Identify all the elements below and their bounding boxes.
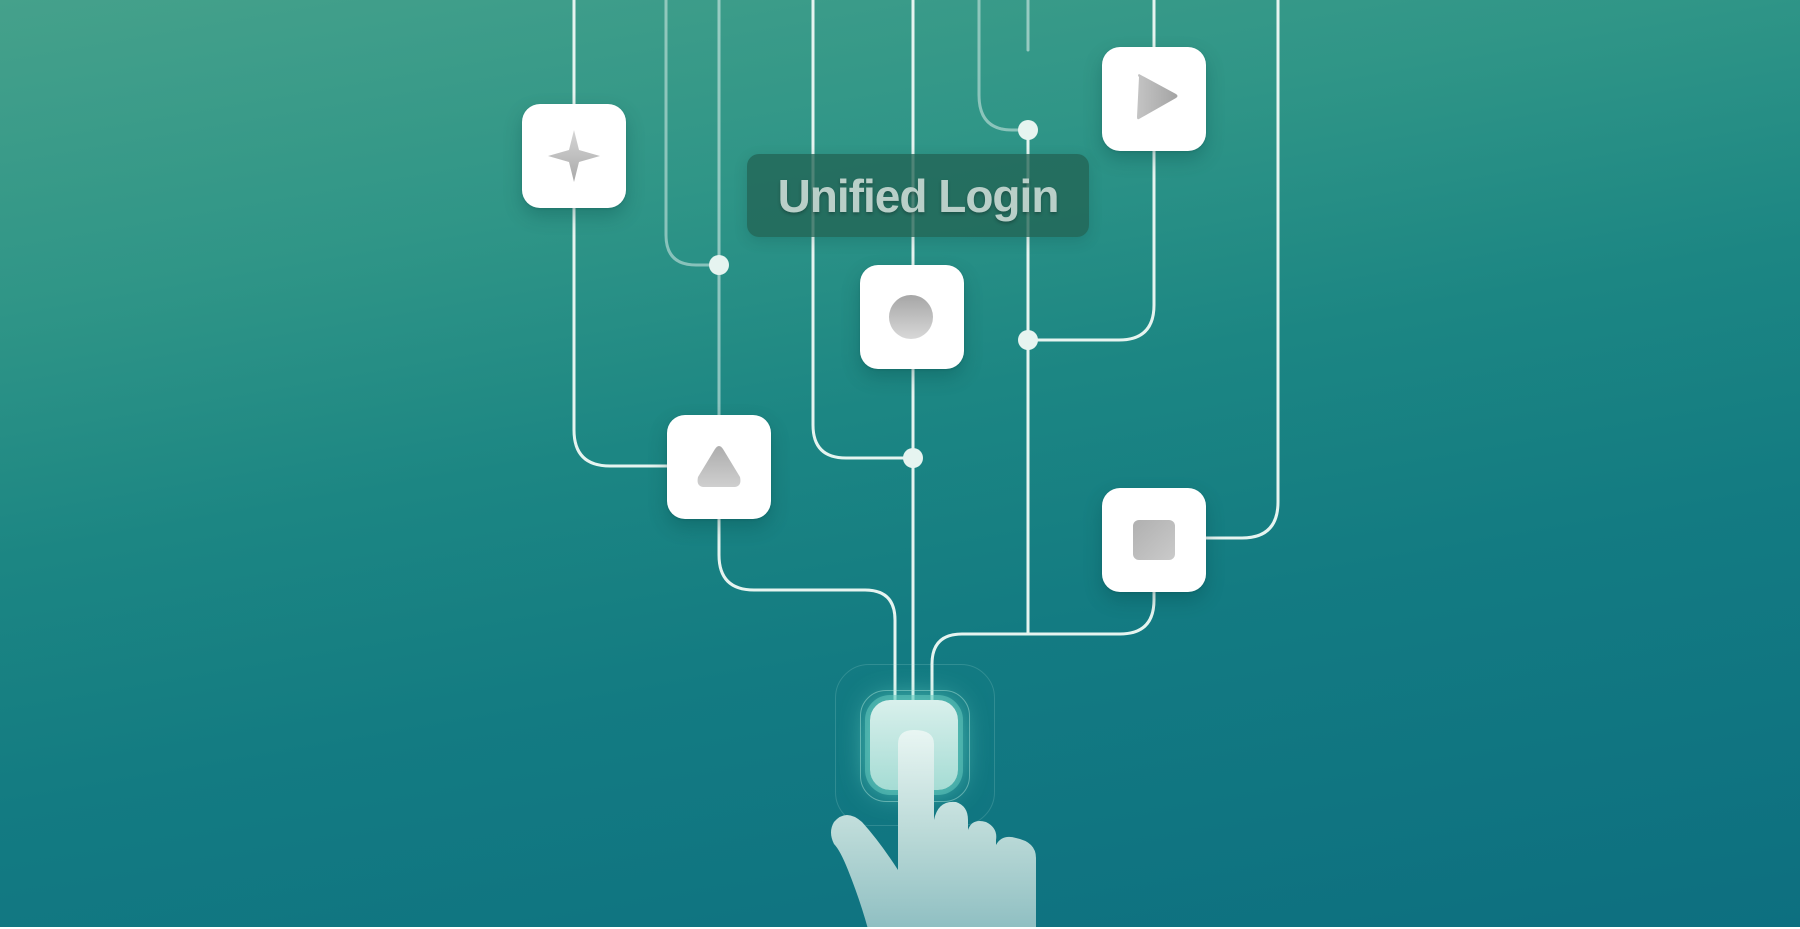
play-icon [1137,74,1178,120]
login-button[interactable] [870,700,958,790]
wire [1204,0,1280,540]
junction-dot [1018,120,1038,140]
junction-dot [1018,330,1038,350]
junction-dot [903,448,923,468]
sparkle-icon [548,130,600,182]
faded-wire [664,0,721,267]
square-tile [1102,488,1206,592]
hero-illustration: Unified Login [0,0,1800,929]
junction-dot [709,255,729,275]
triangle-tile [667,415,771,519]
play-tile [1102,47,1206,151]
circle-tile [860,265,964,369]
title-badge: Unified Login [747,154,1089,237]
circle-icon [889,295,933,339]
faded-wire [977,0,1030,132]
triangle-icon [697,446,741,487]
square-icon [1133,520,1175,560]
wire [572,0,670,468]
page-title: Unified Login [777,169,1060,222]
sparkle-tile [522,104,626,208]
